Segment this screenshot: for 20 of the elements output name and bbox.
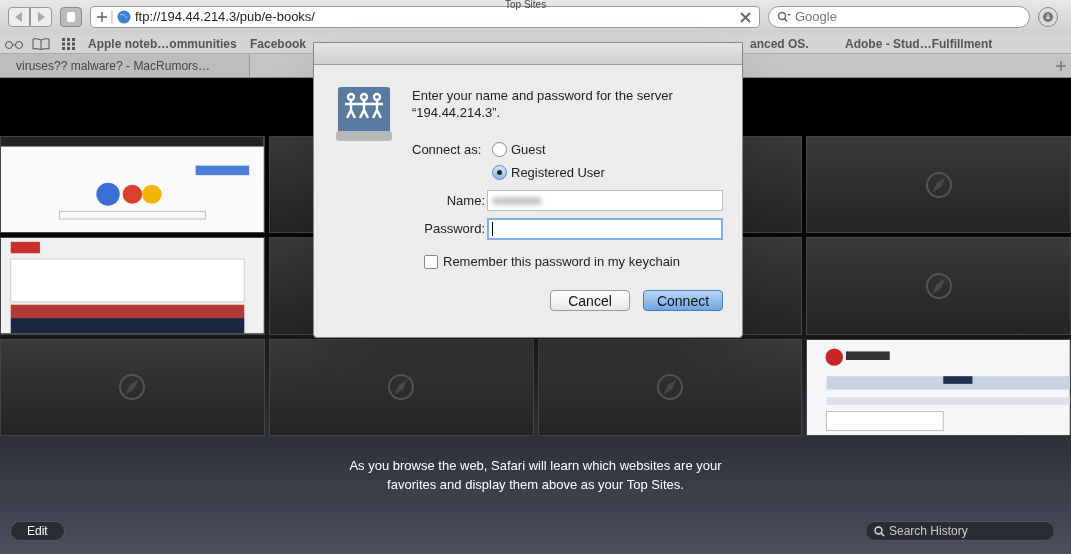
name-label: Name: [445, 191, 486, 210]
connect-as-label: Connect as: [412, 141, 483, 159]
url-text: ftp://194.44.214.3/pub/e-books/ [135, 8, 316, 27]
search-placeholder: Google [795, 8, 837, 27]
edit-button[interactable]: Edit [10, 521, 65, 541]
bookmark-link[interactable]: anced OS. [750, 34, 845, 53]
dialog-message: Enter your name and password for the server “194.44.214.3”. [412, 87, 674, 121]
connect-button[interactable]: Connect [643, 289, 723, 311]
cancel-button[interactable]: Cancel [550, 289, 630, 311]
password-label: Password: [423, 220, 486, 239]
remember-label: Remember this password in my keychain [443, 253, 680, 271]
search-placeholder: Search History [889, 523, 968, 540]
history-search-field[interactable]: Search History [865, 521, 1055, 541]
radio-option[interactable]: Registered User [492, 162, 605, 182]
info-text: As you browse the web, Safari will learn which websites are your favorites and display them above as your Top Sites. [348, 457, 723, 494]
radio-option[interactable]: Guest [492, 140, 605, 160]
browser-tab[interactable]: viruses?? malware? - MacRumors… [0, 54, 250, 77]
search-field[interactable]: Google [768, 6, 1030, 28]
bookmark-link[interactable]: Adobe - Stud…Fulfillment [845, 34, 993, 53]
bookmark-link[interactable]: Apple noteb…ommunities [88, 34, 250, 53]
